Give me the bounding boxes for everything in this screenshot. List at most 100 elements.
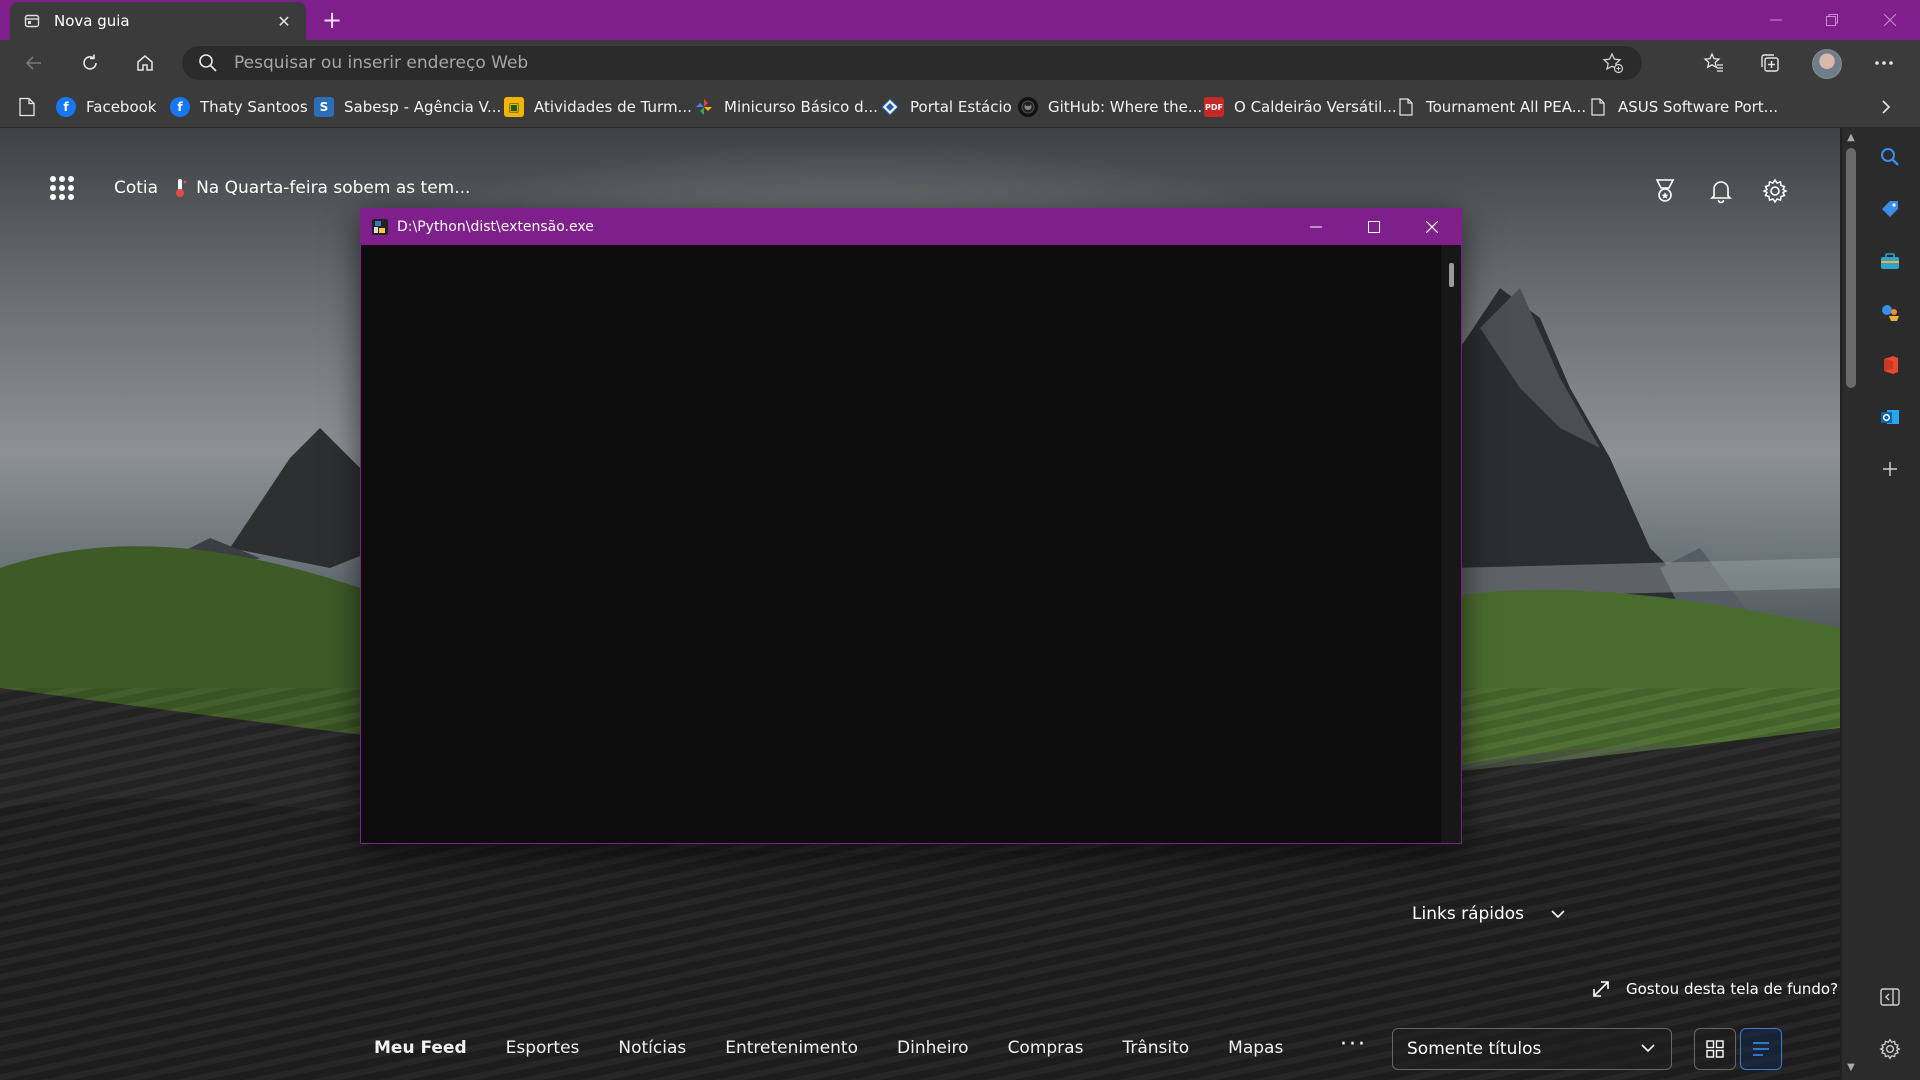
favorite-label: Sabesp - Agência V... [344,98,502,116]
search-icon [199,54,217,72]
list-icon [1753,1042,1769,1056]
chevron-down-icon [1551,910,1565,919]
favorite-link-atividades[interactable]: ▣ Atividades de Turm... [504,94,692,120]
tab-title: Nova guia [54,12,130,30]
favorite-label: Tournament All PEA... [1426,98,1587,116]
new-tab-page-icon [22,11,42,31]
chevron-down-icon [1641,1044,1655,1053]
console-window[interactable]: D:\Python\dist\extensão.exe [360,208,1462,844]
console-output-area[interactable] [361,245,1441,843]
favorites-button[interactable] [1696,47,1732,79]
profile-avatar[interactable] [1812,49,1842,79]
feed-more-button[interactable]: ··· [1340,1032,1367,1057]
grid-layout-button[interactable] [1694,1028,1736,1070]
weather-location[interactable]: Cotia [114,178,158,198]
browser-title-bar: Nova guia ✕ + [0,0,1920,40]
app-launcher-icon[interactable] [50,176,74,200]
favorite-label: Facebook [86,98,157,116]
list-layout-button[interactable] [1740,1028,1782,1070]
favorite-label: ASUS Software Port... [1618,98,1778,116]
sidebar-collapse-icon[interactable] [1875,982,1905,1012]
page-scrollbar[interactable]: ▲ ▼ [1842,128,1860,1080]
scroll-down-arrow-icon[interactable]: ▼ [1845,1062,1857,1074]
sidebar-tools-icon[interactable] [1875,246,1905,276]
python-executable-icon [372,219,388,235]
new-tab-button[interactable]: + [318,6,346,34]
weather-headline[interactable]: Na Quarta-feira sobem as tem... [196,178,470,198]
sidebar-outlook-icon[interactable] [1875,402,1905,432]
address-bar[interactable]: Pesquisar ou inserir endereço Web [182,46,1642,80]
sidebar-office-icon[interactable] [1875,350,1905,380]
favorite-label: Minicurso Básico d... [724,98,878,116]
back-arrow-icon [25,56,41,70]
console-minimize-button[interactable] [1287,209,1345,245]
home-button[interactable] [127,47,163,79]
console-title-bar[interactable]: D:\Python\dist\extensão.exe [361,209,1461,245]
feed-navigation: Meu Feed Esportes Notícias Entreteniment… [374,1028,1322,1068]
back-button[interactable] [16,47,52,79]
favorites-overflow-chevron-icon[interactable] [1880,94,1892,120]
favorite-link-sabesp[interactable]: S Sabesp - Agência V... [314,94,501,120]
console-scrollbar[interactable] [1441,245,1461,843]
add-favorite-icon[interactable] [1602,52,1624,78]
console-maximize-button[interactable] [1345,209,1403,245]
close-window-button[interactable] [1862,0,1918,40]
facebook-icon: f [170,97,190,117]
refresh-icon [83,54,97,70]
tab-close-icon[interactable]: ✕ [274,11,294,31]
address-bar-placeholder: Pesquisar ou inserir endereço Web [234,53,529,73]
feed-tab-entretenimento[interactable]: Entretenimento [725,1038,858,1058]
feed-tab-dinheiro[interactable]: Dinheiro [897,1038,969,1058]
sidebar-settings-gear-icon[interactable] [1875,1034,1905,1064]
new-tab-top-strip: Cotia Na Quarta-feira sobem as tem... [50,176,470,200]
console-close-button[interactable] [1403,209,1461,245]
pdf-icon: PDF [1204,97,1224,117]
minimize-window-button[interactable] [1748,0,1804,40]
wallpaper-feedback-link[interactable]: Gostou desta tela de fundo? [1592,980,1838,998]
favorite-link-thaty-santoos[interactable]: f Thaty Santoos [170,94,308,120]
page-scrollbar-thumb[interactable] [1846,148,1856,388]
favorite-link-minicurso[interactable]: Minicurso Básico d... [694,94,878,120]
feed-tab-compras[interactable]: Compras [1008,1038,1084,1058]
classroom-icon: ▣ [504,97,524,117]
collections-icon [1761,54,1779,72]
settings-and-more-button[interactable] [1866,47,1902,79]
restore-window-button[interactable] [1804,0,1860,40]
favorites-bar: f Facebook f Thaty Santoos S Sabesp - Ag… [0,86,1920,128]
sidebar-search-icon[interactable] [1875,142,1905,172]
console-title: D:\Python\dist\extensão.exe [397,219,594,235]
more-horizontal-icon [1875,61,1893,65]
favorite-label: Thaty Santoos [200,98,308,116]
favorite-label: Portal Estácio [910,98,1012,116]
scroll-up-arrow-icon[interactable]: ▲ [1845,132,1857,144]
quick-links-toggle[interactable]: Links rápidos [1412,904,1566,924]
favorites-bar-folder-icon[interactable] [18,94,36,120]
favorite-label: O Caldeirão Versátil... [1234,98,1397,116]
feed-tab-mapas[interactable]: Mapas [1228,1038,1283,1058]
sidebar-games-icon[interactable] [1875,298,1905,328]
sidebar-add-icon[interactable] [1875,454,1905,484]
sidebar-shopping-tag-icon[interactable] [1875,194,1905,224]
thermometer-icon [176,179,187,197]
refresh-button[interactable] [72,47,108,79]
feed-tab-meu-feed[interactable]: Meu Feed [374,1038,467,1058]
favorite-link-facebook[interactable]: f Facebook [56,94,156,120]
favorite-link-tournament[interactable]: Tournament All PEA... [1396,94,1586,120]
pinwheel-icon [694,97,714,117]
collections-button[interactable] [1752,47,1788,79]
browser-tab-active[interactable]: Nova guia ✕ [10,2,306,40]
favorite-link-asus[interactable]: ASUS Software Port... [1588,94,1778,120]
page-settings-gear-icon[interactable] [1760,176,1790,206]
feed-tab-noticias[interactable]: Notícias [618,1038,686,1058]
feed-tab-transito[interactable]: Trânsito [1122,1038,1189,1058]
feed-tab-esportes[interactable]: Esportes [506,1038,580,1058]
sabesp-icon: S [314,97,334,117]
favorite-link-portal-estacio[interactable]: Portal Estácio [880,94,1012,120]
notifications-bell-icon[interactable] [1706,176,1736,206]
favorite-link-caldeirao[interactable]: PDF O Caldeirão Versátil... [1204,94,1397,120]
favorite-link-github[interactable]: GitHub: Where the... [1018,94,1202,120]
console-scrollbar-thumb[interactable] [1449,263,1454,287]
feed-view-select[interactable]: Somente títulos [1392,1028,1672,1070]
rewards-icon[interactable] [1650,176,1680,206]
favorite-label: GitHub: Where the... [1048,98,1203,116]
